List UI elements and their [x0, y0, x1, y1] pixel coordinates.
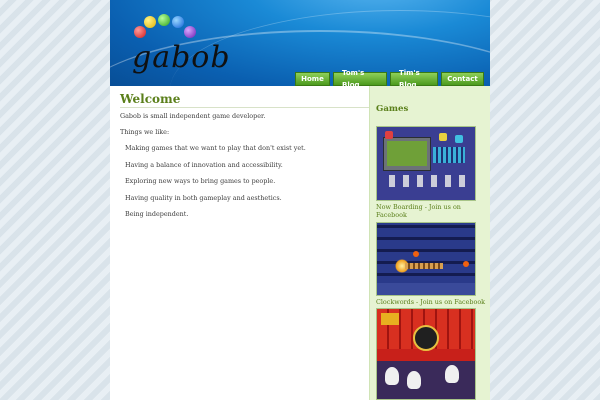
main-content: Welcome Gabob is small independent game …: [120, 92, 372, 227]
thumb-airport-chip: [455, 135, 463, 143]
thumb-restaurant-chef: [445, 365, 459, 383]
site-logo[interactable]: gabob: [128, 14, 231, 78]
now-boarding-thumbnail[interactable]: [376, 126, 476, 201]
logo-text: gabob: [132, 40, 231, 75]
thumb-airport-chip: [439, 133, 447, 141]
likes-list: Making games that we want to play that d…: [120, 144, 372, 218]
logo-ball-purple: [184, 26, 196, 38]
clockwords-thumbnail[interactable]: [376, 222, 476, 296]
thumb-restaurant-sign: [413, 325, 439, 351]
nav-home[interactable]: Home: [295, 72, 330, 86]
main-nav: Home Tom's Blog Tim's Blog Contact: [295, 69, 484, 86]
nav-toms-blog[interactable]: Tom's Blog: [333, 69, 387, 86]
thumb-airport-grass: [387, 141, 427, 166]
games-sidebar: Games Now Boarding - Join us on Facebook…: [369, 86, 490, 400]
thumb-library-lamp: [413, 251, 419, 257]
thumb-airport-panel: [433, 147, 465, 163]
logo-ball-yellow: [144, 16, 156, 28]
nav-tims-blog[interactable]: Tim's Blog: [390, 69, 438, 86]
thumb-airport-planes: [389, 175, 467, 187]
likes-item: Having quality in both gameplay and aest…: [125, 193, 282, 202]
clockwords-caption[interactable]: Clockwords - Join us on Facebook: [376, 298, 488, 306]
intro-text: Gabob is small independent game develope…: [120, 112, 266, 120]
site-header: gabob Home Tom's Blog Tim's Blog Contact: [110, 0, 490, 86]
logo-ball-blue: [172, 16, 184, 28]
thumb-restaurant-chef: [407, 371, 421, 389]
likes-item: Having a balance of innovation and acces…: [125, 160, 283, 169]
thumb-restaurant-ornament: [381, 313, 399, 325]
thumb-airport-chip: [385, 131, 393, 139]
nav-contact[interactable]: Contact: [441, 72, 484, 86]
likes-item: Making games that we want to play that d…: [125, 144, 306, 152]
thumb-library-floor: [377, 283, 475, 295]
page-container: gabob Home Tom's Blog Tim's Blog Contact…: [110, 0, 490, 400]
wok-star-thumbnail[interactable]: [376, 308, 476, 400]
likes-heading: Things we like:: [120, 128, 170, 136]
likes-item: Exploring new ways to bring games to peo…: [125, 177, 276, 186]
games-heading: Games: [376, 104, 409, 114]
thumb-library-lamp: [463, 261, 469, 267]
now-boarding-caption[interactable]: Now Boarding - Join us on Facebook: [376, 203, 488, 219]
thumb-library-fence: [405, 263, 443, 269]
thumb-restaurant-chef: [385, 367, 399, 385]
logo-ball-red: [134, 26, 146, 38]
logo-ball-green: [158, 14, 170, 26]
page-title: Welcome: [120, 92, 372, 108]
likes-item: Being independent.: [125, 210, 189, 219]
